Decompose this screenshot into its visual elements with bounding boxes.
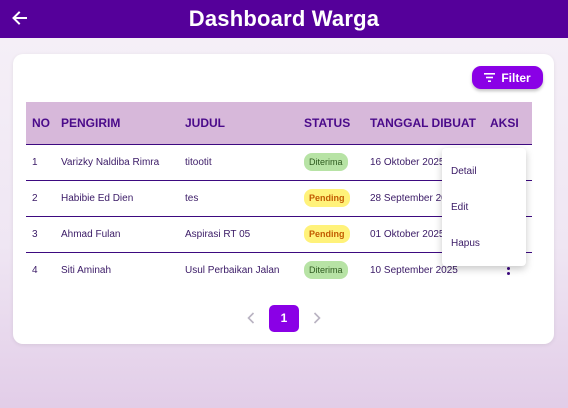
cell-judul: titootit <box>185 156 212 168</box>
app-bar: Dashboard Warga <box>0 0 568 38</box>
menu-item-edit[interactable]: Edit <box>442 189 526 225</box>
arrow-left-icon <box>12 11 27 25</box>
cell-no: 3 <box>32 228 38 240</box>
column-header-pengirim: PENGIRIM <box>61 115 121 130</box>
column-header-aksi: AKSI <box>490 115 519 130</box>
cell-status: Diterima <box>304 144 370 180</box>
cell-judul: Usul Perbaikan Jalan <box>185 264 280 276</box>
cell-no: 4 <box>32 264 38 276</box>
cell-status: Pending <box>304 180 370 216</box>
column-header-status: STATUS <box>304 115 351 130</box>
cell-pengirim: Varizky Naldiba Rimra <box>61 156 160 168</box>
page-title: Dashboard Warga <box>188 6 380 31</box>
status-badge: Diterima <box>304 153 348 171</box>
page-button-current[interactable]: 1 <box>269 304 299 332</box>
cell-no: 2 <box>32 192 38 204</box>
filter-list-icon <box>484 73 496 82</box>
cell-pengirim: Habibie Ed Dien <box>61 192 134 204</box>
cell-status: Diterima <box>304 252 370 288</box>
status-badge: Pending <box>304 225 350 243</box>
cell-status: Pending <box>304 216 370 252</box>
menu-item-detail[interactable]: Detail <box>442 153 526 189</box>
status-badge: Diterima <box>304 261 348 280</box>
table-header-row: NO PENGIRIM JUDUL STATUS TANGGAL DIBUAT … <box>26 102 532 144</box>
column-header-tanggal: TANGGAL DIBUAT <box>370 115 476 130</box>
filter-button[interactable]: Filter <box>472 66 543 89</box>
previous-page-button[interactable] <box>238 304 264 332</box>
cell-pengirim: Siti Aminah <box>61 264 112 276</box>
cell-pengirim: Ahmad Fulan <box>61 228 121 240</box>
cell-judul: tes <box>185 192 199 204</box>
status-badge: Pending <box>304 189 350 207</box>
pagination: 1 <box>238 304 330 332</box>
cell-judul: Aspirasi RT 05 <box>185 228 251 240</box>
next-page-button[interactable] <box>304 304 330 332</box>
filter-button-label: Filter <box>501 70 531 85</box>
back-button[interactable] <box>8 7 30 29</box>
column-header-no: NO <box>32 115 50 130</box>
column-header-judul: JUDUL <box>185 115 226 130</box>
chevron-right-icon <box>313 312 321 324</box>
menu-item-hapus[interactable]: Hapus <box>442 225 526 261</box>
submissions-card: Filter NO PENGIRIM JUDUL STATUS TANGGAL … <box>13 54 554 344</box>
row-action-menu: Detail Edit Hapus <box>442 148 526 266</box>
chevron-left-icon <box>247 312 255 324</box>
cell-no: 1 <box>32 156 38 168</box>
